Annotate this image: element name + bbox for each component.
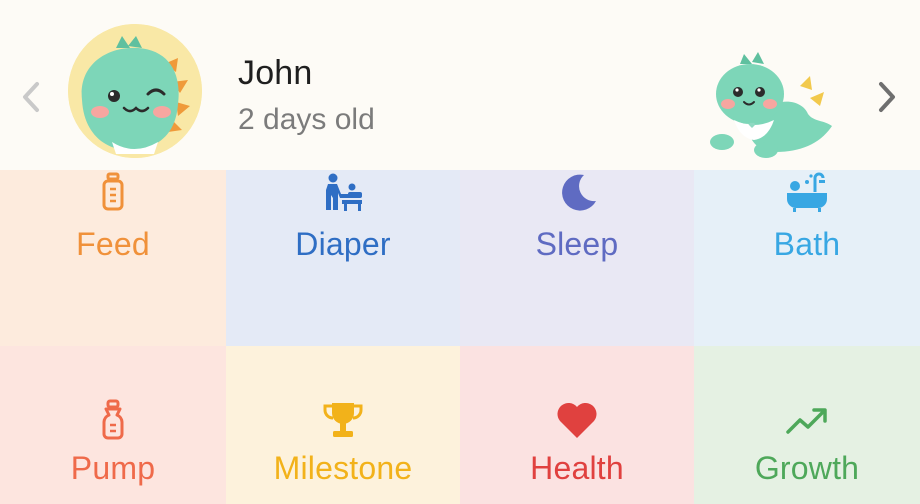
next-baby-button[interactable] <box>872 72 902 122</box>
prev-baby-button[interactable] <box>16 72 46 122</box>
diaper-tile[interactable]: Diaper <box>226 170 460 346</box>
baby-age: 2 days old <box>238 103 375 136</box>
diaper-change-icon <box>321 170 365 214</box>
growth-label: Growth <box>754 450 860 486</box>
trophy-icon <box>321 398 365 442</box>
heart-icon <box>555 398 599 442</box>
bath-label: Bath <box>773 226 841 262</box>
bottle-icon <box>91 170 135 214</box>
diaper-label: Diaper <box>295 226 391 262</box>
pump-tile[interactable]: Pump <box>0 346 226 504</box>
profile-header: John 2 days old <box>0 0 920 170</box>
health-tile[interactable]: Health <box>460 346 694 504</box>
baby-avatar[interactable] <box>68 24 202 158</box>
bathtub-icon <box>785 170 829 214</box>
crawling-dino-icon <box>710 52 832 158</box>
feed-label: Feed <box>76 226 150 262</box>
sleep-label: Sleep <box>535 226 619 262</box>
moon-icon <box>555 170 599 214</box>
activity-grid: Feed Diaper Sleep Bath Pump Milestone He… <box>0 170 920 504</box>
mascot-illustration <box>704 24 844 164</box>
milestone-label: Milestone <box>273 450 413 486</box>
baby-tracker-app: John 2 days old Feed Diaper Sleep Bath P… <box>0 0 920 504</box>
bath-tile[interactable]: Bath <box>694 170 920 346</box>
chevron-left-icon <box>23 82 39 112</box>
baby-name: John <box>238 54 313 92</box>
milestone-tile[interactable]: Milestone <box>226 346 460 504</box>
sleep-tile[interactable]: Sleep <box>460 170 694 346</box>
pump-label: Pump <box>70 450 156 486</box>
dino-avatar-icon <box>68 24 202 158</box>
growth-tile[interactable]: Growth <box>694 346 920 504</box>
health-label: Health <box>530 450 624 486</box>
pump-icon <box>91 398 135 442</box>
feed-tile[interactable]: Feed <box>0 170 226 346</box>
chevron-right-icon <box>879 82 895 112</box>
trend-up-icon <box>785 398 829 442</box>
